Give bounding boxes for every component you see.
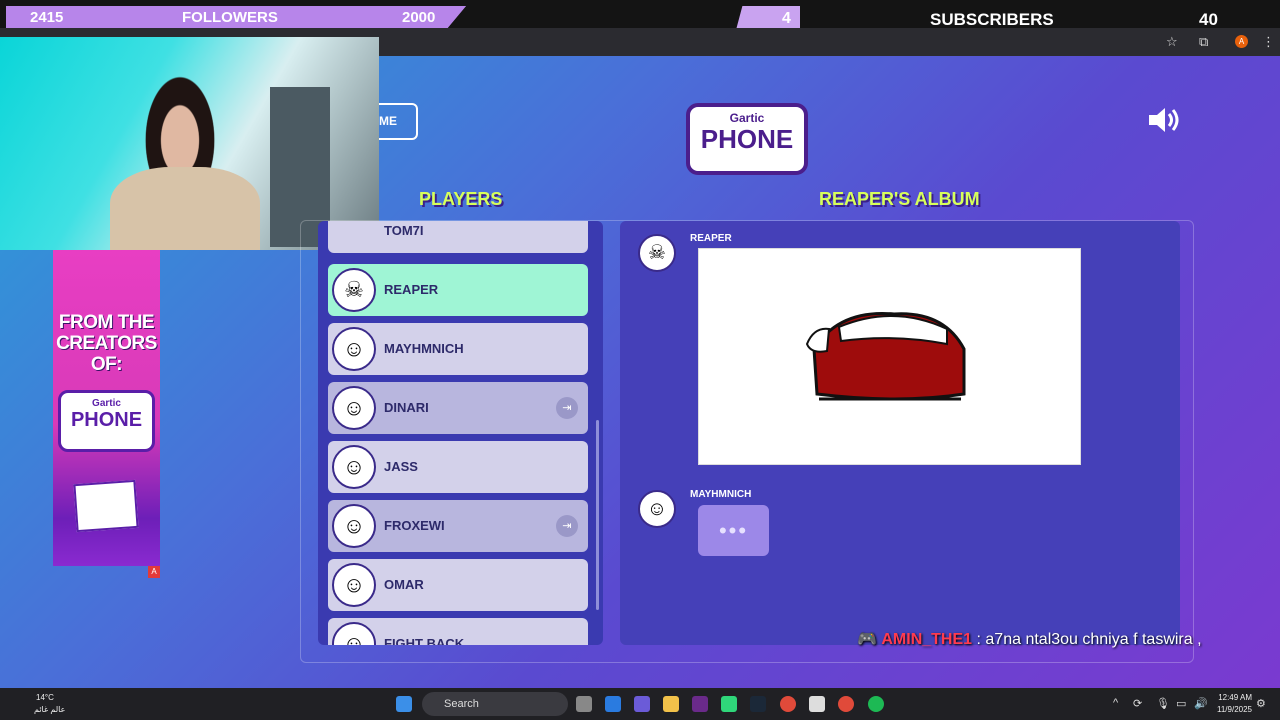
- player-name: TOM7I: [384, 223, 424, 238]
- weather-text: عالم غائم: [34, 705, 66, 714]
- player-card-fight-back[interactable]: ☺ FIGHT BACK: [328, 618, 588, 645]
- player-avatar-icon: ☺: [332, 327, 376, 371]
- start-windows-icon[interactable]: [396, 696, 412, 712]
- album-title: REAPER'S ALBUM: [819, 189, 980, 209]
- skull-avatar-icon: ☠: [332, 268, 376, 312]
- bookmark-star-icon[interactable]: ☆: [1166, 34, 1178, 50]
- profile-avatar[interactable]: A: [1235, 35, 1248, 48]
- followers-current: 2415: [30, 9, 64, 26]
- player-card-reaper[interactable]: ☠ REAPER: [328, 264, 588, 316]
- chrome-active-icon[interactable]: [838, 696, 854, 712]
- skull-avatar-icon: ☠: [638, 234, 676, 272]
- album-author-name: MAYHMNICH: [690, 489, 752, 500]
- player-avatar-icon: ☺: [332, 445, 376, 489]
- discord-icon[interactable]: [634, 696, 650, 712]
- player-card-omar[interactable]: ☺ OMAR: [328, 559, 588, 611]
- subscribers-current: 4: [782, 10, 791, 27]
- spotify-icon[interactable]: [868, 696, 884, 712]
- typing-indicator: •••: [698, 505, 769, 556]
- network-icon[interactable]: ▭: [1176, 697, 1186, 710]
- home-button[interactable]: ME: [379, 103, 418, 140]
- windows-taskbar: 14°C عالم غائم Search ^ ⟳ 🎙 ▭ 🔊 12:49 AM…: [0, 688, 1280, 720]
- logo-small-text: Gartic: [729, 111, 765, 125]
- microphone-icon[interactable]: 🎙: [1156, 697, 1170, 710]
- player-name: REAPER: [384, 282, 439, 297]
- tray-sync-icon[interactable]: ⟳: [1133, 697, 1142, 710]
- webcam-feed: [0, 37, 379, 250]
- ad-logo-large: PHONE: [70, 409, 143, 431]
- player-name: DINARI: [384, 400, 429, 415]
- clock-time: 12:49 AM: [1218, 693, 1252, 702]
- browser-menu-icon[interactable]: ⋮: [1262, 34, 1275, 50]
- kick-player-icon[interactable]: ⇥: [556, 515, 578, 537]
- players-list[interactable]: TOM7I ☠ REAPER ☺ MAYHMNICH ☺ DINARI ⇥ ☺ …: [318, 221, 603, 645]
- player-name: FIGHT BACK: [384, 636, 465, 645]
- chrome-icon[interactable]: [780, 696, 796, 712]
- file-explorer-icon[interactable]: [663, 696, 679, 712]
- player-card-tom7i[interactable]: TOM7I: [328, 221, 588, 253]
- outlook-icon[interactable]: [605, 696, 621, 712]
- subscribers-goal: 40: [1199, 10, 1218, 29]
- player-avatar-icon: ☺: [332, 386, 376, 430]
- document-icon[interactable]: [809, 696, 825, 712]
- logo-large-text: PHONE: [700, 124, 794, 154]
- chat-text: : a7na ntal3ou chniya f taswira ,: [976, 631, 1202, 648]
- ad-card-illustration: [73, 479, 139, 533]
- gartic-phone-logo: Gartic PHONE: [686, 103, 808, 175]
- player-avatar-icon: ☺: [638, 490, 676, 528]
- weather-temp: 14°C: [36, 693, 54, 702]
- followers-goal: 2000: [402, 9, 436, 26]
- notification-icon[interactable]: ⚙: [1256, 697, 1266, 710]
- player-card-jass[interactable]: ☺ JASS: [328, 441, 588, 493]
- player-name: FROXEWI: [384, 518, 445, 533]
- followers-label: FOLLOWERS: [182, 9, 278, 26]
- player-name: MAYHMNICH: [384, 341, 464, 356]
- player-avatar-icon: ☺: [332, 563, 376, 607]
- steam-icon[interactable]: [750, 696, 766, 712]
- streamer-body: [110, 167, 260, 250]
- ad-banner[interactable]: FROM THE CREATORS OF: Gartic PHONE: [53, 250, 160, 566]
- kick-player-icon[interactable]: ⇥: [556, 397, 578, 419]
- players-title: PLAYERS: [419, 189, 503, 209]
- chat-message: 🎮 AMIN_THE1 : a7na ntal3ou chniya f tasw…: [857, 629, 1202, 649]
- task-view-icon[interactable]: [576, 696, 592, 712]
- album-author-name: REAPER: [690, 233, 732, 244]
- weather-widget[interactable]: 14°C عالم غائم: [10, 692, 70, 716]
- extensions-icon[interactable]: ⧉: [1199, 34, 1208, 50]
- red-telephone-drawing: [805, 311, 966, 401]
- player-avatar-icon: ☺: [332, 504, 376, 548]
- clock-date: 11/9/2025: [1217, 705, 1252, 714]
- player-name: JASS: [384, 459, 418, 474]
- volume-icon[interactable]: 🔊: [1194, 697, 1208, 710]
- ad-headline: FROM THE CREATORS OF:: [56, 312, 157, 375]
- player-name: OMAR: [384, 577, 424, 592]
- players-scrollbar[interactable]: [596, 420, 599, 610]
- subscribers-label: SUBSCRIBERS: [930, 10, 1054, 29]
- player-avatar-icon: ☺: [332, 622, 376, 645]
- player-card-dinari[interactable]: ☺ DINARI ⇥: [328, 382, 588, 434]
- app-green-icon[interactable]: [721, 696, 737, 712]
- ad-choices-icon[interactable]: A: [148, 566, 160, 578]
- chat-badge-icon: 🎮: [857, 631, 877, 648]
- system-clock[interactable]: 12:49 AM 11/9/2025: [1208, 692, 1252, 716]
- ad-gartic-logo: Gartic PHONE: [58, 390, 155, 452]
- player-card-mayhmnich[interactable]: ☺ MAYHMNICH: [328, 323, 588, 375]
- tray-chevron-icon[interactable]: ^: [1113, 697, 1118, 709]
- taskbar-search[interactable]: Search: [422, 692, 568, 716]
- speaker-volume-icon[interactable]: [1147, 105, 1183, 135]
- app-icon[interactable]: [692, 696, 708, 712]
- chat-username: AMIN_THE1: [881, 631, 973, 648]
- ad-logo-small: Gartic: [92, 398, 121, 409]
- album-drawing: [698, 248, 1081, 465]
- player-card-froxewi[interactable]: ☺ FROXEWI ⇥: [328, 500, 588, 552]
